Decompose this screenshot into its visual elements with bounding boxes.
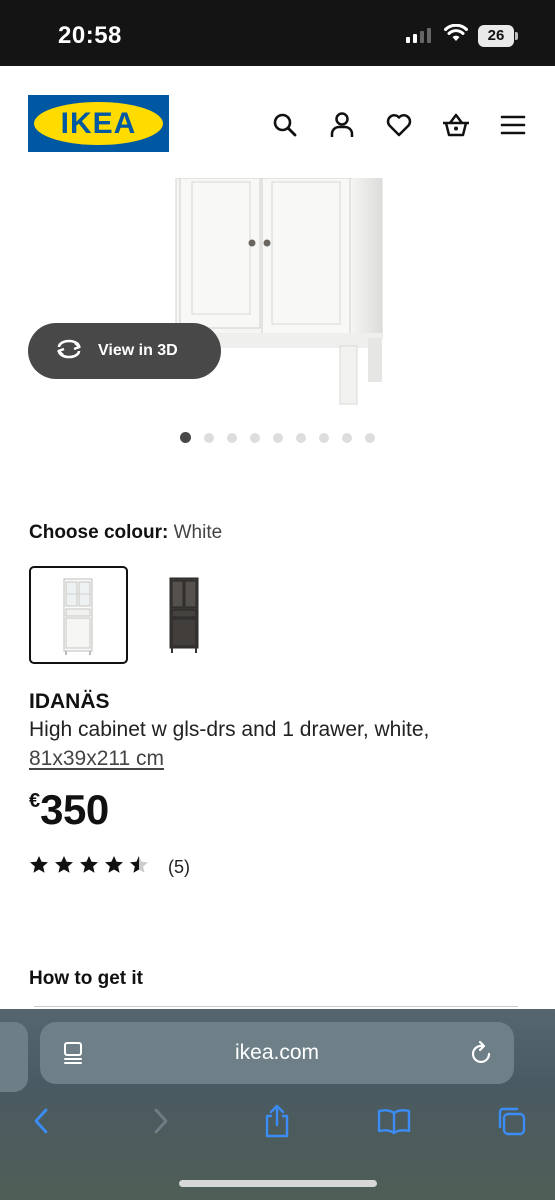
star-icon xyxy=(29,855,49,879)
share-icon[interactable] xyxy=(257,1101,297,1141)
cellular-signal-icon xyxy=(406,28,431,43)
gallery-pagination xyxy=(180,432,375,443)
wifi-icon xyxy=(444,23,468,47)
star-icon xyxy=(79,855,99,879)
pagination-dot[interactable] xyxy=(204,432,214,443)
home-indicator[interactable] xyxy=(179,1180,377,1187)
status-bar: 20:58 26 xyxy=(0,0,555,66)
how-to-get-it-heading: How to get it xyxy=(29,968,143,989)
browser-nav-bar xyxy=(0,1101,555,1141)
product-price: €350 xyxy=(29,786,109,834)
back-icon[interactable] xyxy=(21,1101,61,1141)
price-currency: € xyxy=(29,790,41,812)
product-dimensions-link[interactable]: 81x39x211 cm xyxy=(29,747,164,771)
pagination-dot[interactable] xyxy=(342,432,352,443)
site-header: IKEA xyxy=(0,66,555,178)
divider xyxy=(34,1006,518,1007)
colour-selector-label: Choose colour: White xyxy=(29,522,222,544)
shopping-basket-icon[interactable] xyxy=(427,110,484,140)
status-time: 20:58 xyxy=(58,22,122,49)
forward-icon[interactable] xyxy=(141,1101,181,1141)
review-count: (5) xyxy=(168,856,190,877)
header-actions xyxy=(256,110,541,140)
pagination-dot-active[interactable] xyxy=(180,432,191,443)
wishlist-heart-icon[interactable] xyxy=(370,110,427,140)
pagination-dot[interactable] xyxy=(365,432,375,443)
previous-tab-preview[interactable] xyxy=(0,1022,28,1092)
account-icon[interactable] xyxy=(313,110,370,140)
rotate-3d-icon xyxy=(54,339,84,364)
product-name: IDANÄS xyxy=(29,690,110,713)
menu-icon[interactable] xyxy=(484,110,541,140)
battery-icon: 26 xyxy=(478,25,518,47)
browser-toolbar: ikea.com xyxy=(0,1009,555,1200)
product-image[interactable] xyxy=(0,178,555,418)
ikea-logo[interactable]: IKEA xyxy=(28,95,169,152)
view-in-3d-button[interactable]: View in 3D xyxy=(28,323,221,379)
url-text: ikea.com xyxy=(234,1041,320,1064)
search-icon[interactable] xyxy=(256,110,313,140)
pagination-dot[interactable] xyxy=(296,432,306,443)
half-star-icon xyxy=(129,855,149,879)
colour-option-white[interactable] xyxy=(29,566,128,664)
pagination-dot[interactable] xyxy=(273,432,283,443)
colour-option-dark-grey[interactable] xyxy=(135,566,234,664)
view-in-3d-label: View in 3D xyxy=(98,342,178,359)
tabs-icon[interactable] xyxy=(491,1101,531,1141)
product-rating[interactable]: (5) xyxy=(29,855,190,879)
bookmarks-icon[interactable] xyxy=(374,1101,414,1141)
pagination-dot[interactable] xyxy=(250,432,260,443)
star-icon xyxy=(104,855,124,879)
colour-label: Choose colour: xyxy=(29,522,169,543)
address-bar[interactable]: ikea.com xyxy=(40,1022,514,1084)
product-description: High cabinet w gls-drs and 1 drawer, whi… xyxy=(29,718,430,741)
pagination-dot[interactable] xyxy=(319,432,329,443)
reload-icon[interactable] xyxy=(470,1040,494,1071)
price-amount: 350 xyxy=(40,786,109,833)
pagination-dot[interactable] xyxy=(227,432,237,443)
logo-text: IKEA xyxy=(60,107,137,140)
star-icon xyxy=(54,855,74,879)
colour-value: White xyxy=(173,522,223,543)
